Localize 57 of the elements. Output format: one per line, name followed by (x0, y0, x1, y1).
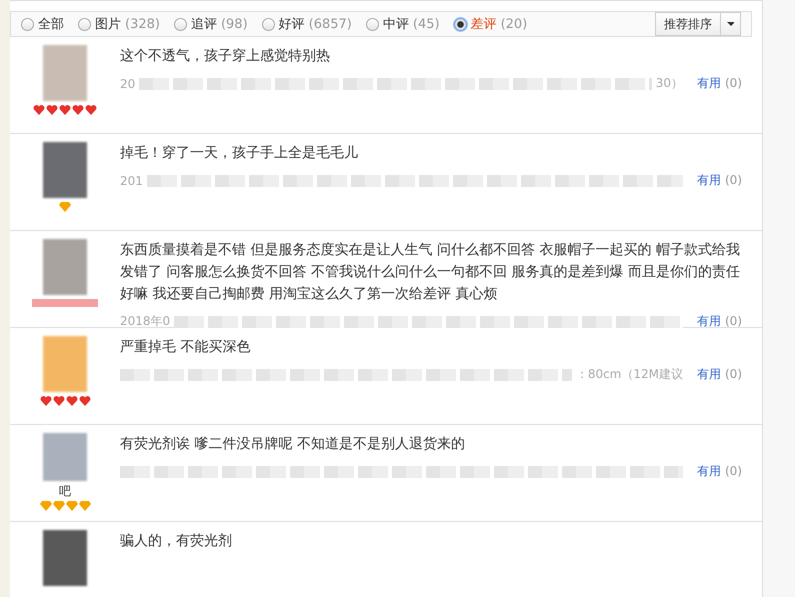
diamond-icon (59, 202, 71, 212)
heart-icon (52, 396, 64, 406)
avatar-placeholder (43, 433, 87, 481)
avatar-placeholder (43, 45, 87, 101)
radio-button[interactable] (454, 18, 467, 30)
radio-button[interactable] (262, 18, 275, 30)
avatar-placeholder (43, 530, 87, 586)
rank-bar (32, 299, 98, 307)
review-date: 201 (120, 174, 143, 188)
heart-icon (59, 105, 71, 115)
review-text: 有荧光剂诶 嗲二件没吊牌呢 不知道是不是别人退货来的 (120, 435, 466, 454)
filter-count: (45) (412, 16, 440, 32)
heart-icon (46, 105, 58, 115)
review-text: 东西质量摸着是不错 但是服务态度实在是让人生气 问什么都不回答 衣服帽子一起买的 帽子款式给我发错了 问客服怎么换货不回答 不管我说什么问什么一句都不回 服务真的是差到爆 而且是你们的责任好嘛 我还要自己掏邮费 用淘宝这么久了第一次给差评 真心烦 (120, 241, 741, 304)
useful-link[interactable]: 有用 (0) (697, 75, 742, 92)
review-date: 20 (120, 76, 136, 90)
useful-link[interactable]: 有用 (0) (697, 313, 742, 330)
filter-label[interactable]: 追评 (190, 15, 217, 33)
review-spec: ：80cm（12M建议 (576, 366, 683, 383)
heart-icon (66, 396, 78, 406)
radio-button[interactable] (21, 18, 34, 30)
sort-button[interactable]: 推荐排序 (656, 13, 720, 35)
review-spec: 30） (656, 75, 683, 92)
filter-label[interactable]: 中评 (382, 15, 409, 33)
diamond-icon (66, 501, 78, 511)
radio-button[interactable] (78, 18, 91, 30)
useful-link[interactable]: 有用 (0) (697, 463, 742, 480)
review-text: 这个不透气，孩子穿上感觉特别热 (120, 47, 331, 66)
heart-icon (33, 105, 45, 115)
filter-label[interactable]: 好评 (278, 15, 305, 33)
filter-label[interactable]: 全部 (38, 15, 64, 33)
heart-icon (72, 105, 84, 115)
caret-icon (727, 22, 734, 26)
heart-icon (85, 105, 97, 115)
heart-icon (40, 396, 52, 406)
diamond-icon (52, 501, 64, 511)
filter-label[interactable]: 差评 (470, 15, 497, 33)
diamond-icon (78, 501, 90, 511)
review-date: 2018年0 (120, 313, 170, 330)
filter-label[interactable]: 图片 (95, 15, 121, 33)
avatar-placeholder (43, 239, 87, 295)
radio-button[interactable] (366, 18, 379, 30)
review-text: 骗人的，有荧光剂 (120, 532, 233, 551)
heart-icon (78, 396, 90, 406)
review-text: 严重掉毛 不能买深色 (120, 338, 252, 357)
radio-button[interactable] (174, 18, 187, 30)
avatar-placeholder (43, 142, 87, 198)
filter-count: (6857) (308, 16, 352, 32)
useful-link[interactable]: 有用 (0) (697, 172, 742, 189)
filter-count: (328) (125, 16, 160, 32)
filter-count: (20) (500, 16, 528, 32)
nickname: 吧 (59, 485, 71, 497)
filter-count: (98) (220, 16, 248, 32)
useful-link[interactable]: 有用 (0) (697, 366, 742, 383)
review-text: 掉毛！穿了一天，孩子手上全是毛毛儿 (120, 144, 359, 163)
avatar-placeholder (43, 336, 87, 392)
diamond-icon (40, 501, 52, 511)
